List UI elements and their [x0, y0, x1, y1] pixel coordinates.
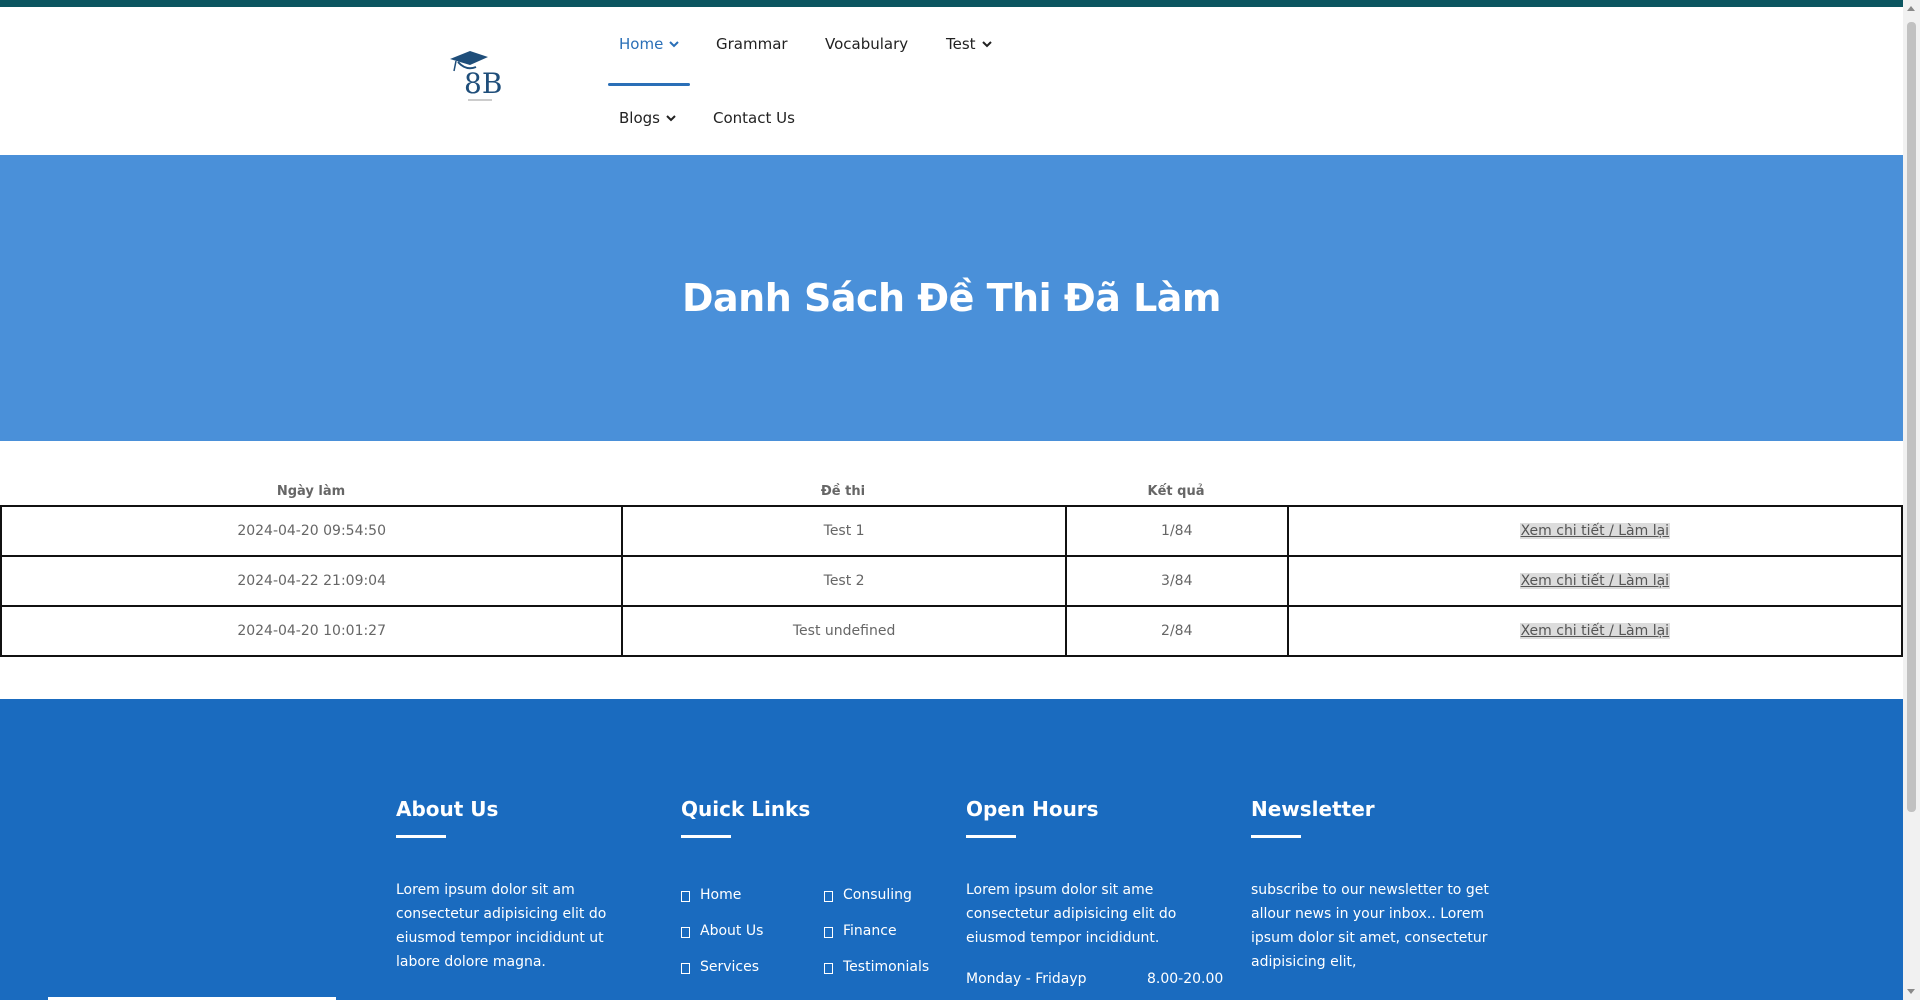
cell-score: 3/84 [1064, 555, 1289, 607]
hours-time-wrap: 8.00-20.00 [1147, 971, 1223, 987]
footer-title-underline [396, 835, 446, 838]
graduation-cap-icon: 8B [450, 51, 502, 101]
footer-about-text: Lorem ipsum dolor sit am consectetur adi… [396, 882, 607, 970]
header-test: Đề thi [820, 484, 866, 499]
nav-blogs-label: Blogs [619, 109, 660, 127]
cell-score: 2/84 [1064, 605, 1289, 657]
footer-newsletter-title: Newsletter [1251, 797, 1375, 821]
footer-title-underline [681, 835, 731, 838]
footer-link-label: Home [700, 887, 742, 903]
nav-contact[interactable]: Contact Us [713, 109, 795, 127]
vertical-scrollbar[interactable] [1903, 0, 1920, 1000]
cell-test: Test 2 [621, 555, 1067, 607]
view-retake-link[interactable]: Xem chi tiết / Làm lại [1519, 623, 1671, 639]
cell-test: Test undefined [621, 605, 1067, 657]
footer-link-consuling[interactable]: Consuling [824, 887, 929, 923]
table-row: 2024-04-20 09:54:50 Test 1 1/84 Xem chi … [0, 505, 1904, 557]
top-accent-strip [0, 0, 1920, 7]
cell-date: 2024-04-20 09:54:50 [0, 505, 624, 557]
footer-newsletter-text: subscribe to our newsletter to get allou… [1251, 882, 1489, 970]
footer-link-label: About Us [700, 923, 764, 939]
hours-row: Monday - Fridayp [966, 971, 1087, 987]
hours-day: Monday - Fridayp [966, 971, 1087, 987]
nav-active-indicator [608, 83, 690, 86]
link-bullet-icon [681, 927, 690, 938]
footer-link-about[interactable]: About Us [681, 923, 763, 959]
footer-link-testimonials[interactable]: Testimonials [824, 959, 929, 995]
nav-grammar-label: Grammar [716, 35, 788, 53]
quick-links-col-1: Home About Us Services [681, 887, 763, 995]
nav-vocabulary-label: Vocabulary [825, 35, 909, 53]
footer-quick-links: Quick Links [681, 797, 941, 838]
footer-link-finance[interactable]: Finance [824, 923, 929, 959]
hours-time: 8.00-20.00 [1147, 971, 1224, 987]
results-table: 2024-04-20 09:54:50 Test 1 1/84 Xem chi … [0, 505, 1904, 657]
cell-date: 2024-04-22 21:09:04 [0, 555, 624, 607]
view-retake-link[interactable]: Xem chi tiết / Làm lại [1519, 523, 1671, 539]
cell-action: Xem chi tiết / Làm lại [1286, 555, 1904, 607]
link-bullet-icon [681, 891, 690, 902]
scroll-down-arrow-icon[interactable] [1907, 989, 1915, 994]
footer-links-title: Quick Links [681, 797, 811, 821]
nav-test[interactable]: Test [946, 35, 993, 53]
nav-home-label: Home [619, 35, 664, 53]
footer-hours-text: Lorem ipsum dolor sit ame consectetur ad… [966, 882, 1177, 946]
scroll-up-arrow-icon[interactable] [1907, 6, 1915, 11]
footer-link-label: Services [700, 959, 760, 975]
nav-test-label: Test [946, 35, 976, 53]
footer-link-home[interactable]: Home [681, 887, 763, 923]
nav-vocabulary[interactable]: Vocabulary [825, 35, 908, 53]
site-header: 8B Home Grammar Vocabulary Test Blogs Co… [0, 7, 1903, 155]
logo-text: 8B [464, 67, 502, 100]
nav-blogs[interactable]: Blogs [619, 109, 677, 127]
cell-test: Test 1 [621, 505, 1067, 557]
chevron-down-icon [669, 41, 680, 48]
footer-link-services[interactable]: Services [681, 959, 763, 995]
page-hero: Danh Sách Đề Thi Đã Làm [0, 155, 1903, 441]
site-footer: About Us Lorem ipsum dolor sit am consec… [0, 699, 1903, 1000]
view-retake-link[interactable]: Xem chi tiết / Làm lại [1519, 573, 1671, 589]
footer-link-label: Consuling [843, 887, 912, 903]
footer-open-hours: Open Hours Lorem ipsum dolor sit ame con… [966, 797, 1206, 950]
nav-home[interactable]: Home [619, 35, 680, 53]
link-bullet-icon [681, 963, 690, 974]
site-logo[interactable]: 8B [448, 45, 506, 107]
footer-title-underline [966, 835, 1016, 838]
table-header: Ngày làm Đề thi Kết quả [0, 478, 1903, 505]
footer-link-label: Testimonials [843, 959, 930, 975]
scrollbar-thumb[interactable] [1907, 22, 1916, 812]
footer-newsletter: Newsletter subscribe to our newsletter t… [1251, 797, 1501, 974]
footer-link-label: Finance [843, 923, 897, 939]
cell-action: Xem chi tiết / Làm lại [1286, 605, 1904, 657]
footer-hours-title: Open Hours [966, 797, 1099, 821]
chevron-down-icon [666, 115, 676, 122]
link-bullet-icon [824, 891, 833, 902]
nav-contact-label: Contact Us [713, 109, 795, 127]
footer-title-underline [1251, 835, 1301, 838]
cell-action: Xem chi tiết / Làm lại [1286, 505, 1904, 557]
table-row: 2024-04-22 21:09:04 Test 2 3/84 Xem chi … [0, 555, 1904, 607]
results-table-section: Ngày làm Đề thi Kết quả 2024-04-20 09:54… [0, 478, 1904, 657]
link-bullet-icon [824, 963, 833, 974]
table-row: 2024-04-20 10:01:27 Test undefined 2/84 … [0, 605, 1904, 657]
cell-score: 1/84 [1064, 505, 1289, 557]
link-bullet-icon [824, 927, 833, 938]
chevron-down-icon [981, 41, 992, 48]
header-date: Ngày làm [276, 484, 346, 499]
cell-date: 2024-04-20 10:01:27 [0, 605, 624, 657]
quick-links-col-2: Consuling Finance Testimonials [824, 887, 929, 995]
footer-about-title: About Us [396, 797, 499, 821]
header-result: Kết quả [1147, 484, 1205, 499]
page-title: Danh Sách Đề Thi Đã Làm [681, 276, 1222, 320]
footer-about: About Us Lorem ipsum dolor sit am consec… [396, 797, 636, 974]
nav-grammar[interactable]: Grammar [716, 35, 788, 53]
